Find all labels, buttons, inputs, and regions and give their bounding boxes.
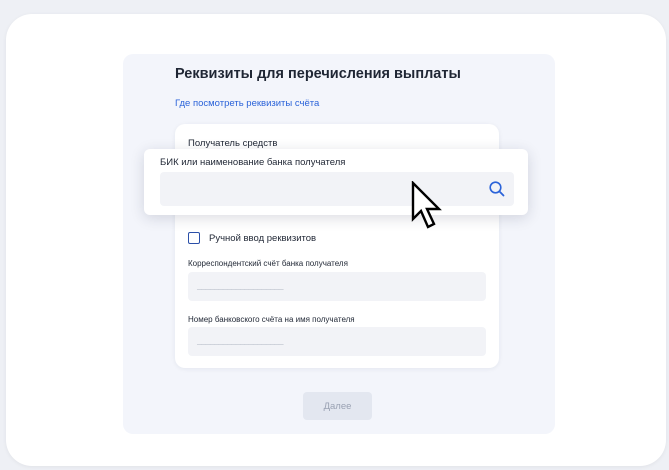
account-details-help-link[interactable]: Где посмотреть реквизиты счёта <box>175 98 319 109</box>
correspondent-account-placeholder: ____________________ <box>197 283 284 292</box>
search-icon[interactable] <box>488 180 506 198</box>
bank-search-label: БИК или наименование банка получателя <box>160 157 346 168</box>
manual-entry-checkbox[interactable] <box>188 232 200 244</box>
bank-search-input[interactable] <box>160 172 514 206</box>
next-button[interactable]: Далее <box>303 392 372 420</box>
account-number-label: Номер банковского счёта на имя получател… <box>188 315 355 324</box>
account-number-input[interactable]: ____________________ <box>188 327 486 356</box>
mouse-pointer-icon <box>411 181 442 229</box>
page-title: Реквизиты для перечисления выплаты <box>175 66 461 82</box>
recipient-label: Получатель средств <box>188 138 278 149</box>
account-number-placeholder: ____________________ <box>197 338 284 347</box>
manual-entry-label: Ручной ввод реквизитов <box>209 232 317 244</box>
correspondent-account-input[interactable]: ____________________ <box>188 272 486 301</box>
correspondent-account-label: Корреспондентский счёт банка получателя <box>188 259 348 268</box>
manual-entry-row[interactable]: Ручной ввод реквизитов <box>188 231 316 245</box>
